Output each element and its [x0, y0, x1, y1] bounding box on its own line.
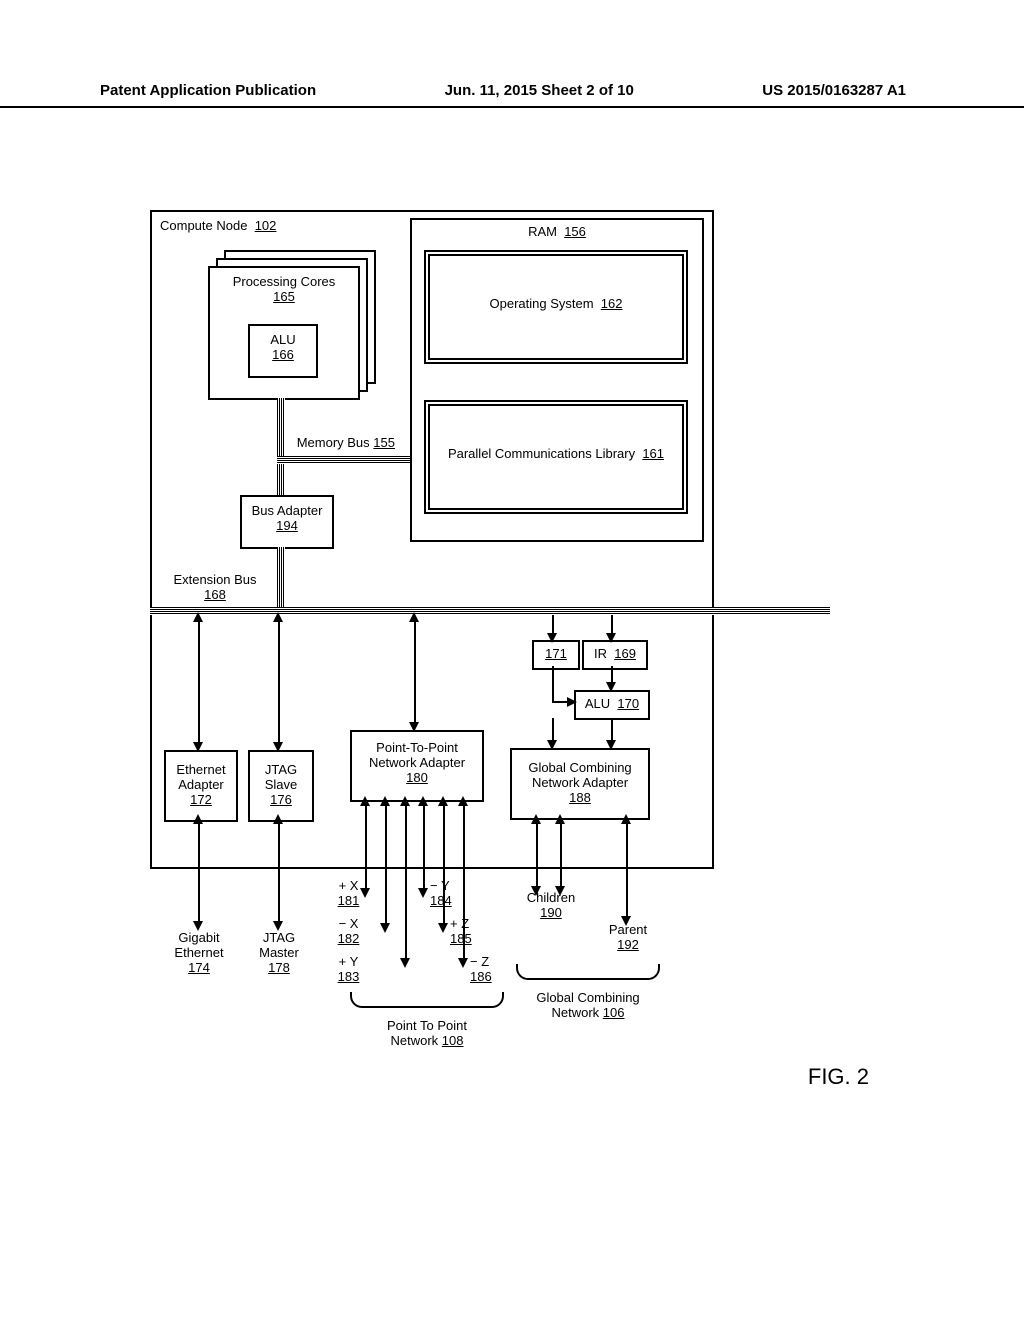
parent-label: Parent192 — [598, 922, 658, 952]
p2p-adapter-label: Point-To-Point Network Adapter — [369, 740, 465, 770]
eth-adapter-box: Ethernet Adapter 172 — [164, 750, 238, 822]
alu2-ref: 170 — [617, 696, 639, 711]
header-left: Patent Application Publication — [100, 82, 316, 99]
bus-adapter-link1 — [277, 464, 285, 495]
os-box: Operating System 162 — [424, 250, 688, 364]
gcn-adapter-box: Global Combining Network Adapter 188 — [510, 748, 650, 820]
bus-adapter-box: Bus Adapter 194 — [240, 495, 334, 549]
alu-core-ref: 166 — [272, 347, 294, 362]
cores-ref: 165 — [273, 289, 295, 304]
compute-node-ref: 102 — [255, 218, 277, 233]
p2p-adapter-ref: 180 — [406, 770, 428, 785]
ir-ref: 169 — [614, 646, 636, 661]
zm-label: − Z186 — [470, 954, 515, 984]
alu2-label: ALU — [585, 696, 610, 711]
header-center: Jun. 11, 2015 Sheet 2 of 10 — [445, 82, 634, 99]
reg171-box: 171 — [532, 640, 580, 670]
gcn-net-label: Global Combining Network 106 — [528, 990, 648, 1020]
eth-adapter-ref: 172 — [190, 792, 212, 807]
memory-bus-h — [277, 456, 410, 464]
p2p-adapter-box: Point-To-Point Network Adapter 180 — [350, 730, 484, 802]
eth-adapter-label: Ethernet Adapter — [176, 762, 225, 792]
bus-adapter-ref: 194 — [276, 518, 298, 533]
os-ref: 162 — [601, 296, 623, 311]
alu-core-box: ALU 166 — [248, 324, 318, 378]
compute-node-label: Compute Node — [160, 218, 247, 233]
jtag-slave-ref: 176 — [270, 792, 292, 807]
children-label: Children190 — [516, 890, 586, 920]
jtag-slave-box: JTAG Slave 176 — [248, 750, 314, 822]
cores-stack-1: Processing Cores 165 ALU 166 — [208, 266, 360, 400]
memory-bus-v — [277, 398, 285, 458]
bus-adapter-link2 — [277, 547, 285, 607]
ram-label: RAM — [528, 224, 557, 239]
cores-label: Processing Cores — [233, 274, 336, 289]
reg171-ref: 171 — [545, 646, 567, 661]
alu2-box: ALU 170 — [574, 690, 650, 720]
gig-eth-label: Gigabit Ethernet174 — [164, 930, 234, 975]
gcn-adapter-ref: 188 — [569, 790, 591, 805]
figure-label: FIG. 2 — [808, 1064, 869, 1090]
xp-label: + X181 — [326, 878, 371, 908]
jtag-slave-label: JTAG Slave — [265, 762, 298, 792]
ir-label: IR — [594, 646, 607, 661]
gcn-adapter-label: Global Combining Network Adapter — [528, 760, 631, 790]
p2p-net-label: Point To Point Network 108 — [352, 1018, 502, 1048]
header-right: US 2015/0163287 A1 — [762, 82, 906, 99]
bus-adapter-label: Bus Adapter — [252, 503, 323, 518]
zp-label: + Z185 — [450, 916, 495, 946]
jtag-master-label: JTAG Master178 — [248, 930, 310, 975]
alu-core-label: ALU — [270, 332, 295, 347]
ir-box: IR 169 — [582, 640, 648, 670]
pcl-ref: 161 — [642, 446, 664, 461]
p2p-brace — [350, 992, 504, 1008]
pcl-label: Parallel Communications Library — [448, 446, 635, 461]
xm-label: − X182 — [326, 916, 371, 946]
gcn-brace — [516, 964, 660, 980]
pcl-box: Parallel Communications Library 161 — [424, 400, 688, 514]
ram-box: RAM 156 Operating System 162 Parallel Co… — [410, 218, 704, 542]
extension-bus-line — [150, 607, 830, 615]
yp-label: + Y183 — [326, 954, 371, 984]
diagram: Compute Node 102 Processing Cores 165 AL… — [140, 210, 840, 1110]
os-label: Operating System — [490, 296, 594, 311]
ym-label: − Y184 — [430, 878, 475, 908]
ext-bus-label: Extension Bus 168 — [160, 572, 270, 602]
ram-ref: 156 — [564, 224, 586, 239]
